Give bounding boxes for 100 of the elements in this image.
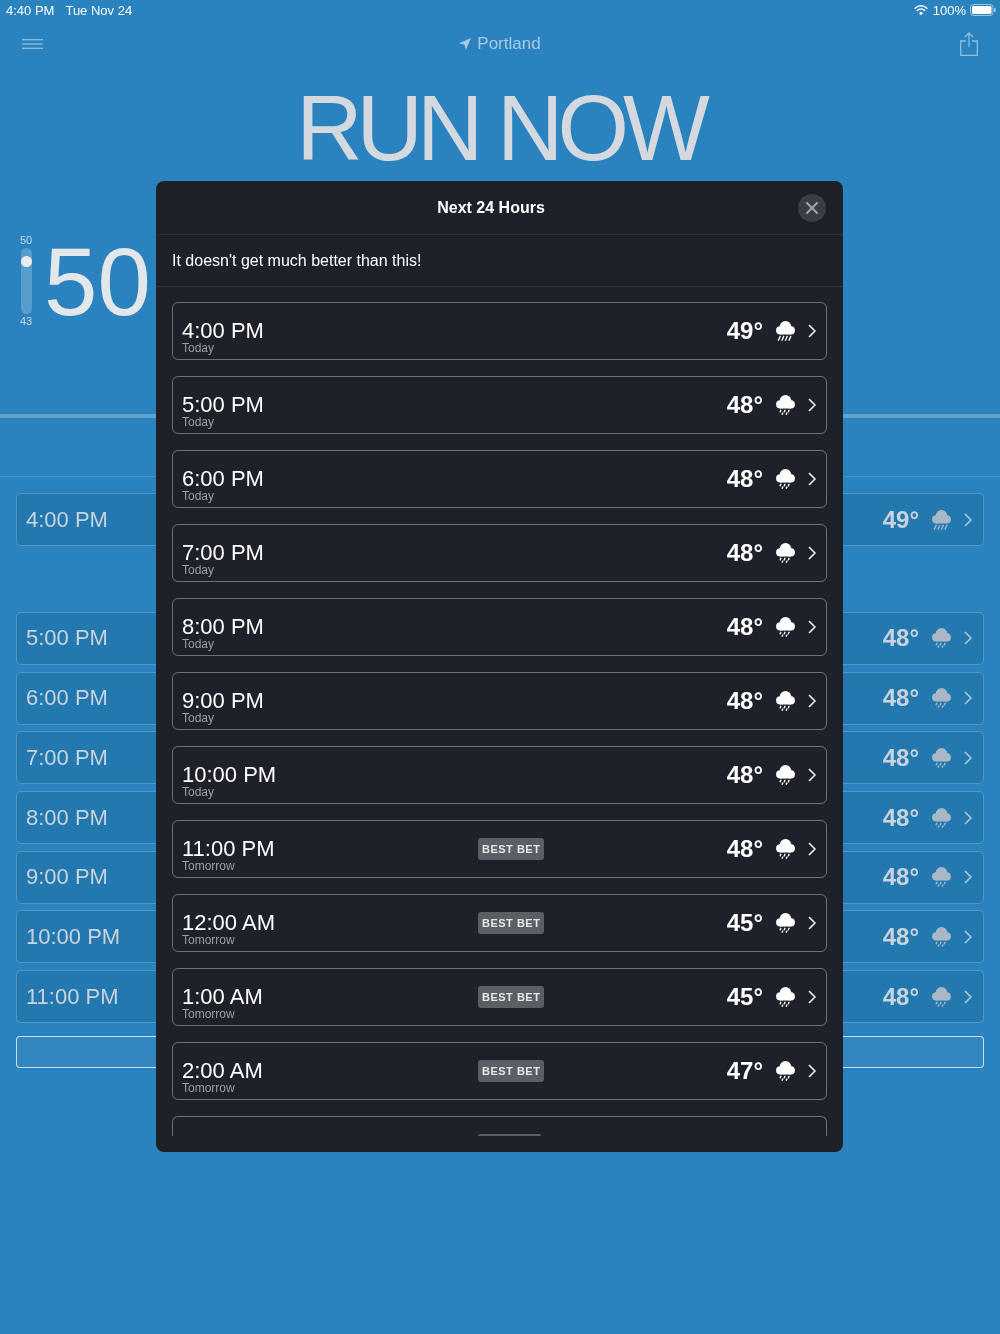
forecast-time: 7:00 PM (182, 542, 264, 564)
forecast-temperature: 47° (726, 1057, 763, 1085)
drizzle-cloud-icon (932, 867, 951, 888)
chevron-right-icon (964, 870, 972, 885)
forecast-time: 10:00 PM (182, 764, 277, 786)
drizzle-cloud-icon (932, 926, 951, 947)
forecast-temperature: 48° (726, 465, 763, 493)
forecast-row[interactable]: 11:00 PM Tomorrow BEST BET 48° (172, 820, 827, 878)
modal-message: It doesn't get much better than this! (172, 251, 422, 270)
forecast-row[interactable]: 9:00 PM Today 48° (172, 672, 827, 730)
forecast-temperature: 48° (726, 835, 763, 863)
battery-icon (970, 4, 996, 16)
forecast-time: 11:00 PM (182, 838, 275, 860)
row-time: 5:00 PM (26, 625, 108, 652)
forecast-time: 9:00 PM (182, 690, 264, 712)
drizzle-cloud-icon (776, 1061, 795, 1081)
row-time: 8:00 PM (26, 804, 108, 831)
drizzle-cloud-icon (932, 688, 951, 709)
chevron-right-icon (964, 691, 972, 706)
drizzle-cloud-icon (932, 807, 951, 828)
forecast-temperature: 45° (726, 909, 763, 937)
forecast-row[interactable]: 10:00 PM Today 48° (172, 746, 827, 804)
chevron-right-icon (808, 916, 816, 930)
chevron-right-icon (964, 810, 972, 825)
drizzle-cloud-icon (776, 543, 795, 563)
drizzle-cloud-icon (776, 617, 795, 637)
forecast-row[interactable]: 1:00 AM Tomorrow BEST BET 45° (172, 968, 827, 1026)
forecast-temperature: 48° (726, 761, 763, 789)
row-time: 9:00 PM (26, 864, 108, 891)
chevron-right-icon (964, 989, 972, 1004)
gauge-min-label: 43 (19, 315, 33, 328)
forecast-temperature: 48° (726, 539, 763, 567)
forecast-time: 5:00 PM (182, 394, 264, 416)
forecast-row[interactable]: 6:00 PM Today 48° (172, 450, 827, 508)
chevron-right-icon (808, 694, 816, 708)
row-temperature: 48° (882, 684, 919, 713)
row-temperature: 48° (882, 803, 919, 832)
chevron-right-icon (808, 620, 816, 634)
forecast-row[interactable]: 12:00 AM Tomorrow BEST BET 45° (172, 894, 827, 952)
row-time: 10:00 PM (26, 923, 121, 950)
drizzle-cloud-icon (776, 395, 795, 415)
chevron-right-icon (808, 398, 816, 412)
forecast-row[interactable]: 8:00 PM Today 48° (172, 598, 827, 656)
forecast-day: Today (182, 638, 215, 650)
row-time: 11:00 PM (26, 983, 119, 1010)
status-time: 4:40 PM (6, 2, 55, 18)
forecast-time: 1:00 AM (182, 986, 263, 1008)
status-date: Tue Nov 24 (65, 2, 133, 18)
drizzle-cloud-icon (776, 765, 795, 785)
chevron-right-icon (808, 990, 816, 1004)
rain-cloud-icon (932, 509, 951, 530)
forecast-row[interactable]: 7:00 PM Today 48° (172, 524, 827, 582)
forecast-day: Today (182, 786, 215, 798)
forecast-day: Today (182, 342, 215, 354)
row-time: 6:00 PM (26, 685, 108, 712)
row-temperature: 48° (882, 982, 919, 1011)
chevron-right-icon (808, 324, 816, 338)
forecast-time: 6:00 PM (182, 468, 264, 490)
row-temperature: 49° (882, 505, 919, 534)
best-bet-badge: BEST BET (478, 1060, 545, 1082)
best-bet-badge: BEST BET (478, 838, 545, 860)
row-temperature: 48° (882, 863, 919, 892)
forecast-temperature: 48° (726, 687, 763, 715)
row-temperature: 48° (882, 743, 919, 772)
modal-title: Next 24 Hours (437, 198, 545, 217)
forecast-day: Tomorrow (182, 1008, 235, 1020)
rain-cloud-icon (776, 321, 795, 341)
forecast-day: Today (182, 712, 215, 724)
forecast-day: Today (182, 490, 215, 502)
wifi-icon (913, 5, 928, 15)
drizzle-cloud-icon (776, 469, 795, 489)
battery-percent: 100% (932, 2, 966, 18)
row-temperature: 48° (882, 624, 919, 653)
best-bet-badge: BEST BET (478, 986, 545, 1008)
drizzle-cloud-icon (932, 747, 951, 768)
drizzle-cloud-icon (776, 987, 795, 1007)
forecast-row[interactable] (172, 1116, 827, 1136)
drizzle-cloud-icon (776, 913, 795, 933)
headline: RUN NOW (295, 82, 707, 174)
menu-icon[interactable] (22, 39, 43, 49)
gauge-max-label: 50 (19, 234, 33, 247)
close-button[interactable] (798, 193, 826, 222)
chevron-right-icon (964, 631, 972, 646)
row-time: 7:00 PM (26, 744, 108, 771)
location-label: Portland (477, 34, 541, 54)
forecast-time: 12:00 AM (182, 912, 275, 934)
chevron-right-icon (964, 929, 972, 944)
row-time: 4:00 PM (26, 506, 108, 533)
forecast-day: Tomorrow (182, 860, 235, 872)
location-arrow-icon (459, 38, 472, 50)
forecast-row[interactable]: 2:00 AM Tomorrow BEST BET 47° (172, 1042, 827, 1100)
forecast-time: 4:00 PM (182, 320, 264, 342)
forecast-day: Today (182, 416, 215, 428)
forecast-time: 8:00 PM (182, 616, 264, 638)
share-icon[interactable] (960, 32, 978, 56)
forecast-row[interactable]: 4:00 PM Today 49° (172, 302, 827, 360)
forecast-day: Tomorrow (182, 934, 235, 946)
chevron-right-icon (808, 472, 816, 486)
close-icon (806, 201, 818, 214)
forecast-row[interactable]: 5:00 PM Today 48° (172, 376, 827, 434)
